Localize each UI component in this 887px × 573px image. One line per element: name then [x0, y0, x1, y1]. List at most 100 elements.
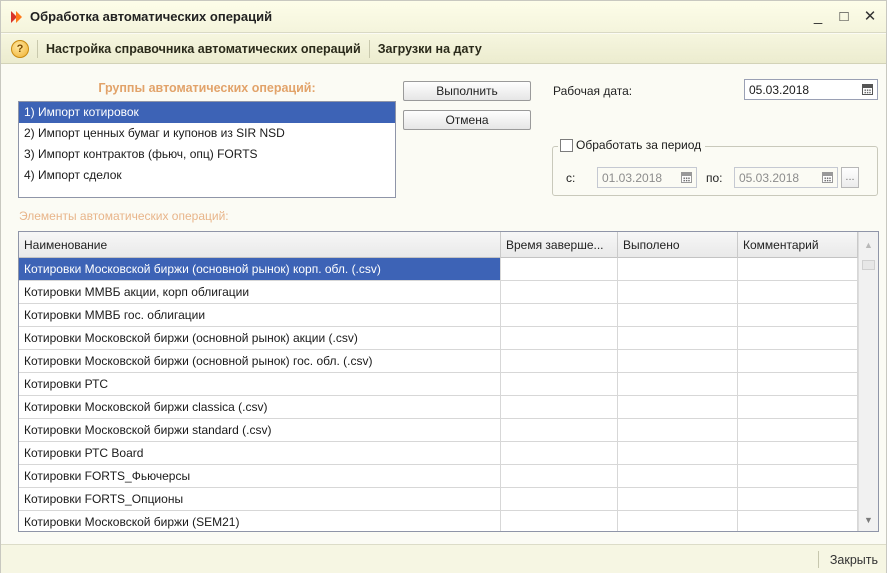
table-body: Котировки Московской биржи (основной рын…	[19, 258, 858, 531]
cell-done[interactable]	[618, 350, 738, 372]
maximize-button[interactable]: □	[836, 7, 852, 25]
cell-comment[interactable]	[738, 488, 858, 510]
cell-name[interactable]: Котировки FORTS_Фьючерсы	[19, 465, 501, 487]
vertical-scrollbar[interactable]: ▲ ▼	[858, 232, 878, 531]
elements-table[interactable]: Наименование Время заверше... Выполено К…	[18, 231, 879, 532]
cell-end-time[interactable]	[501, 258, 618, 280]
work-date-label: Рабочая дата:	[553, 84, 633, 98]
cell-end-time[interactable]	[501, 373, 618, 395]
cell-done[interactable]	[618, 442, 738, 464]
cell-done[interactable]	[618, 258, 738, 280]
cell-done[interactable]	[618, 327, 738, 349]
cell-done[interactable]	[618, 396, 738, 418]
column-header-done[interactable]: Выполено	[618, 232, 738, 258]
toolbar-separator	[37, 39, 38, 58]
execute-button[interactable]: Выполнить	[403, 81, 531, 101]
cell-end-time[interactable]	[501, 511, 618, 531]
cell-name[interactable]: Котировки РТС	[19, 373, 501, 395]
table-row[interactable]: Котировки Московской биржи standard (.cs…	[19, 419, 858, 442]
cell-name[interactable]: Котировки Московской биржи (основной рын…	[19, 258, 501, 280]
cell-name[interactable]: Котировки Московской биржи (основной рын…	[19, 350, 501, 372]
group-item[interactable]: 4) Импорт сделок	[19, 165, 395, 186]
group-item[interactable]: 2) Импорт ценных бумаг и купонов из SIR …	[19, 123, 395, 144]
cell-name[interactable]: Котировки Московской биржи (SEM21)	[19, 511, 501, 531]
cell-end-time[interactable]	[501, 304, 618, 326]
cell-end-time[interactable]	[501, 442, 618, 464]
settings-catalog-button[interactable]: Настройка справочника автоматических опе…	[46, 42, 361, 56]
table-row[interactable]: Котировки ММВБ гос. облигации	[19, 304, 858, 327]
cell-comment[interactable]	[738, 442, 858, 464]
table-row[interactable]: Котировки Московской биржи (основной рын…	[19, 350, 858, 373]
cell-done[interactable]	[618, 281, 738, 303]
table-row[interactable]: Котировки FORTS_Фьючерсы	[19, 465, 858, 488]
scroll-down-icon[interactable]: ▼	[859, 511, 878, 529]
table-row[interactable]: Котировки РТС	[19, 373, 858, 396]
group-item[interactable]: 1) Импорт котировок	[19, 102, 395, 123]
table-row[interactable]: Котировки РТС Board	[19, 442, 858, 465]
table-row[interactable]: Котировки Московской биржи (основной рын…	[19, 258, 858, 281]
table-row[interactable]: Котировки Московской биржи (SEM21)	[19, 511, 858, 531]
period-checkbox-row[interactable]: Обработать за период	[558, 138, 706, 152]
calendar-icon[interactable]	[822, 172, 833, 183]
table-header: Наименование Время заверше... Выполено К…	[19, 232, 878, 258]
elements-caption: Элементы автоматических операций:	[19, 209, 229, 223]
period-select-button[interactable]: ...	[841, 167, 859, 188]
cell-name[interactable]: Котировки ММВБ гос. облигации	[19, 304, 501, 326]
cell-done[interactable]	[618, 465, 738, 487]
cell-end-time[interactable]	[501, 281, 618, 303]
cell-end-time[interactable]	[501, 465, 618, 487]
cell-end-time[interactable]	[501, 419, 618, 441]
cancel-button[interactable]: Отмена	[403, 110, 531, 130]
cell-name[interactable]: Котировки FORTS_Опционы	[19, 488, 501, 510]
cell-done[interactable]	[618, 419, 738, 441]
scroll-up-icon[interactable]: ▲	[859, 236, 878, 254]
cell-comment[interactable]	[738, 465, 858, 487]
cell-comment[interactable]	[738, 396, 858, 418]
cell-comment[interactable]	[738, 327, 858, 349]
cell-end-time[interactable]	[501, 350, 618, 372]
cell-done[interactable]	[618, 511, 738, 531]
cell-comment[interactable]	[738, 281, 858, 303]
scroll-thumb[interactable]	[862, 260, 875, 270]
help-icon[interactable]: ?	[11, 39, 29, 58]
column-header-name[interactable]: Наименование	[19, 232, 501, 258]
period-checkbox[interactable]	[560, 138, 573, 152]
cell-name[interactable]: Котировки РТС Board	[19, 442, 501, 464]
cell-comment[interactable]	[738, 258, 858, 280]
table-row[interactable]: Котировки ММВБ акции, корп облигации	[19, 281, 858, 304]
minimize-button[interactable]: _	[810, 7, 826, 25]
cell-done[interactable]	[618, 488, 738, 510]
cell-name[interactable]: Котировки ММВБ акции, корп облигации	[19, 281, 501, 303]
column-header-end-time[interactable]: Время заверше...	[501, 232, 618, 258]
loads-by-date-button[interactable]: Загрузки на дату	[378, 42, 482, 56]
cell-name[interactable]: Котировки Московской биржи (основной рын…	[19, 327, 501, 349]
table-row[interactable]: Котировки Московской биржи classica (.cs…	[19, 396, 858, 419]
column-header-comment[interactable]: Комментарий	[738, 232, 858, 258]
period-from-value: 01.03.2018	[602, 170, 663, 185]
cell-comment[interactable]	[738, 350, 858, 372]
table-row[interactable]: Котировки FORTS_Опционы	[19, 488, 858, 511]
cell-done[interactable]	[618, 304, 738, 326]
cell-end-time[interactable]	[501, 396, 618, 418]
cell-end-time[interactable]	[501, 488, 618, 510]
cell-done[interactable]	[618, 373, 738, 395]
cell-comment[interactable]	[738, 304, 858, 326]
calendar-icon[interactable]	[862, 84, 873, 95]
cell-name[interactable]: Котировки Московской биржи standard (.cs…	[19, 419, 501, 441]
cell-comment[interactable]	[738, 419, 858, 441]
close-window-button[interactable]: ✕	[862, 7, 878, 25]
window-title: Обработка автоматических операций	[30, 9, 273, 24]
cell-end-time[interactable]	[501, 327, 618, 349]
close-button[interactable]: Закрыть	[830, 553, 878, 567]
table-row[interactable]: Котировки Московской биржи (основной рын…	[19, 327, 858, 350]
cell-comment[interactable]	[738, 373, 858, 395]
period-to-field[interactable]: 05.03.2018	[734, 167, 838, 188]
main-window: Обработка автоматических операций _ □ ✕ …	[0, 0, 887, 573]
groups-list[interactable]: 1) Импорт котировок 2) Импорт ценных бум…	[18, 101, 396, 198]
group-item[interactable]: 3) Импорт контрактов (фьюч, опц) FORTS	[19, 144, 395, 165]
period-from-field[interactable]: 01.03.2018	[597, 167, 697, 188]
work-date-field[interactable]: 05.03.2018	[744, 79, 878, 100]
cell-comment[interactable]	[738, 511, 858, 531]
cell-name[interactable]: Котировки Московской биржи classica (.cs…	[19, 396, 501, 418]
calendar-icon[interactable]	[681, 172, 692, 183]
